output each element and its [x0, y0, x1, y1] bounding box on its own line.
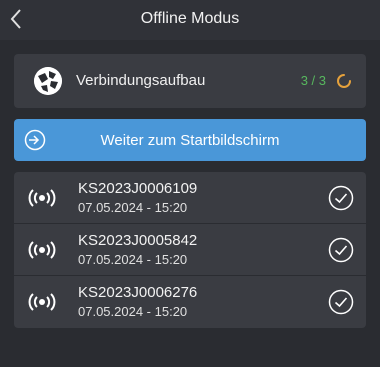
device-id: KS2023J0006109 [78, 180, 198, 197]
device-timestamp: 07.05.2024 - 15:20 [78, 200, 188, 215]
device-timestamp: 07.05.2024 - 15:20 [78, 252, 188, 267]
connection-status-card: Verbindungsaufbau 3 / 3 [14, 54, 366, 108]
device-row[interactable]: KS2023J0006109 07.05.2024 - 15:20 [14, 172, 366, 224]
loading-spinner-icon [337, 74, 351, 88]
check-circle-icon [328, 289, 354, 315]
check-circle-icon [328, 185, 354, 211]
check-circle-icon [328, 237, 354, 263]
continue-button-label: Weiter zum Startbildschirm [100, 132, 280, 149]
device-row[interactable]: KS2023J0006276 07.05.2024 - 15:20 [14, 276, 366, 328]
device-list: KS2023J0006109 07.05.2024 - 15:20 KS2023… [14, 172, 366, 328]
device-id: KS2023J0005842 [78, 232, 198, 249]
signal-broadcast-icon [28, 189, 56, 207]
continue-to-home-button[interactable]: Weiter zum Startbildschirm [14, 119, 366, 161]
signal-broadcast-icon [28, 241, 56, 259]
globe-network-icon [34, 67, 62, 95]
connection-count: 3 / 3 [300, 73, 326, 88]
header-bar: Offline Modus [0, 0, 380, 40]
device-row[interactable]: KS2023J0005842 07.05.2024 - 15:20 [14, 224, 366, 276]
connection-label: Verbindungsaufbau [76, 72, 206, 89]
device-id: KS2023J0006276 [78, 284, 198, 301]
page-title: Offline Modus [140, 10, 240, 27]
signal-broadcast-icon [28, 293, 56, 311]
device-timestamp: 07.05.2024 - 15:20 [78, 304, 188, 319]
